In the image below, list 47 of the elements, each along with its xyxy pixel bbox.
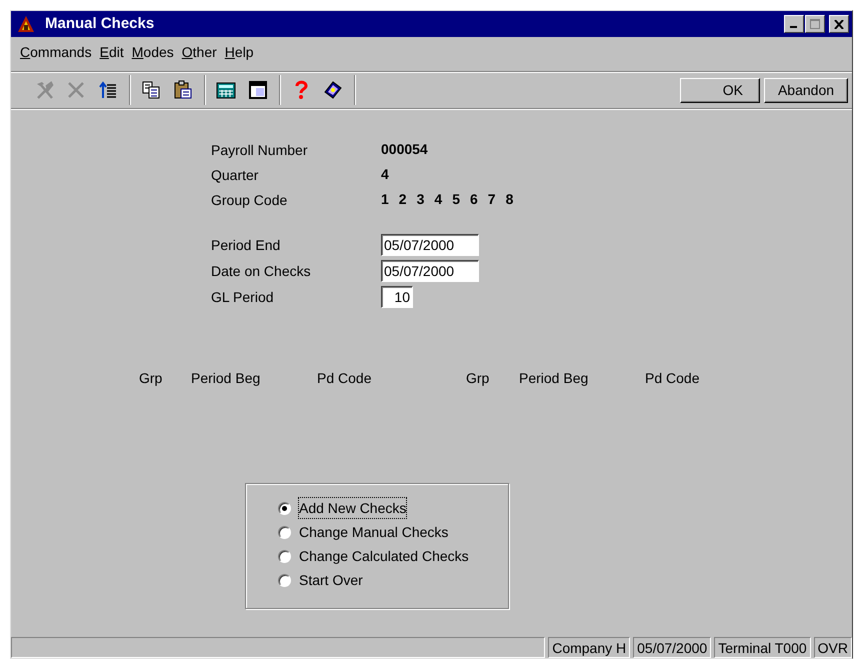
radio-option[interactable]: Change Calculated Checks — [278, 546, 508, 566]
field-label: Payroll Number — [211, 140, 308, 160]
maximize-button[interactable] — [805, 15, 825, 33]
date-field[interactable]: 05/07/2000 — [381, 234, 479, 256]
field-value: 4 — [381, 165, 390, 184]
group-code: 5 — [452, 190, 460, 209]
menu-item[interactable]: Help — [224, 42, 261, 62]
status-pane: Terminal T000 — [714, 637, 811, 658]
radio-option[interactable]: Add New Checks — [278, 498, 508, 518]
app-icon — [17, 15, 35, 33]
column-header: Pd Code — [645, 370, 700, 386]
minimize-button[interactable] — [784, 15, 804, 33]
field-label: Period End — [211, 236, 282, 255]
group-code: 4 — [434, 190, 442, 209]
status-pane: 05/07/2000 — [633, 637, 712, 658]
column-header: Pd Code — [317, 370, 372, 386]
radio-option[interactable]: Change Manual Checks — [278, 522, 508, 542]
radio-option[interactable]: Start Over — [278, 570, 508, 590]
window-title: Manual Checks — [45, 14, 154, 34]
field-label: Quarter — [211, 166, 260, 184]
field-label: Group Code — [211, 190, 288, 210]
column-header: Period Beg — [519, 370, 588, 386]
group-code: 7 — [488, 190, 496, 209]
column-header: Period Beg — [191, 370, 260, 386]
group-code: 2 — [398, 190, 407, 209]
field-label: Date on Checks — [211, 262, 312, 281]
close-icon — [834, 20, 844, 28]
gl-period-field[interactable]: 10 — [381, 286, 413, 308]
menu-item[interactable]: Modes — [130, 42, 181, 62]
group-code: 6 — [470, 190, 478, 209]
menu-item[interactable]: Other — [180, 42, 224, 62]
field-value: 000054 — [381, 140, 429, 159]
status-pane: OVR — [814, 637, 852, 658]
group-code: 8 — [506, 190, 514, 209]
menu-item[interactable]: Edit — [98, 42, 131, 62]
column-header: Grp — [466, 370, 490, 386]
abandon-button[interactable]: Abandon — [764, 78, 848, 102]
status-pane: Company H — [548, 637, 630, 658]
column-header: Grp — [139, 370, 162, 386]
date-field[interactable]: 05/07/2000 — [381, 260, 479, 282]
maximize-icon — [810, 19, 820, 29]
field-label: GL Period — [211, 288, 275, 307]
close-button[interactable] — [829, 15, 849, 33]
ok-button[interactable]: OK — [680, 78, 760, 102]
group-code: 3 — [416, 190, 424, 209]
menu-item[interactable]: Commands — [19, 42, 99, 62]
group-code: 1 — [381, 190, 389, 209]
